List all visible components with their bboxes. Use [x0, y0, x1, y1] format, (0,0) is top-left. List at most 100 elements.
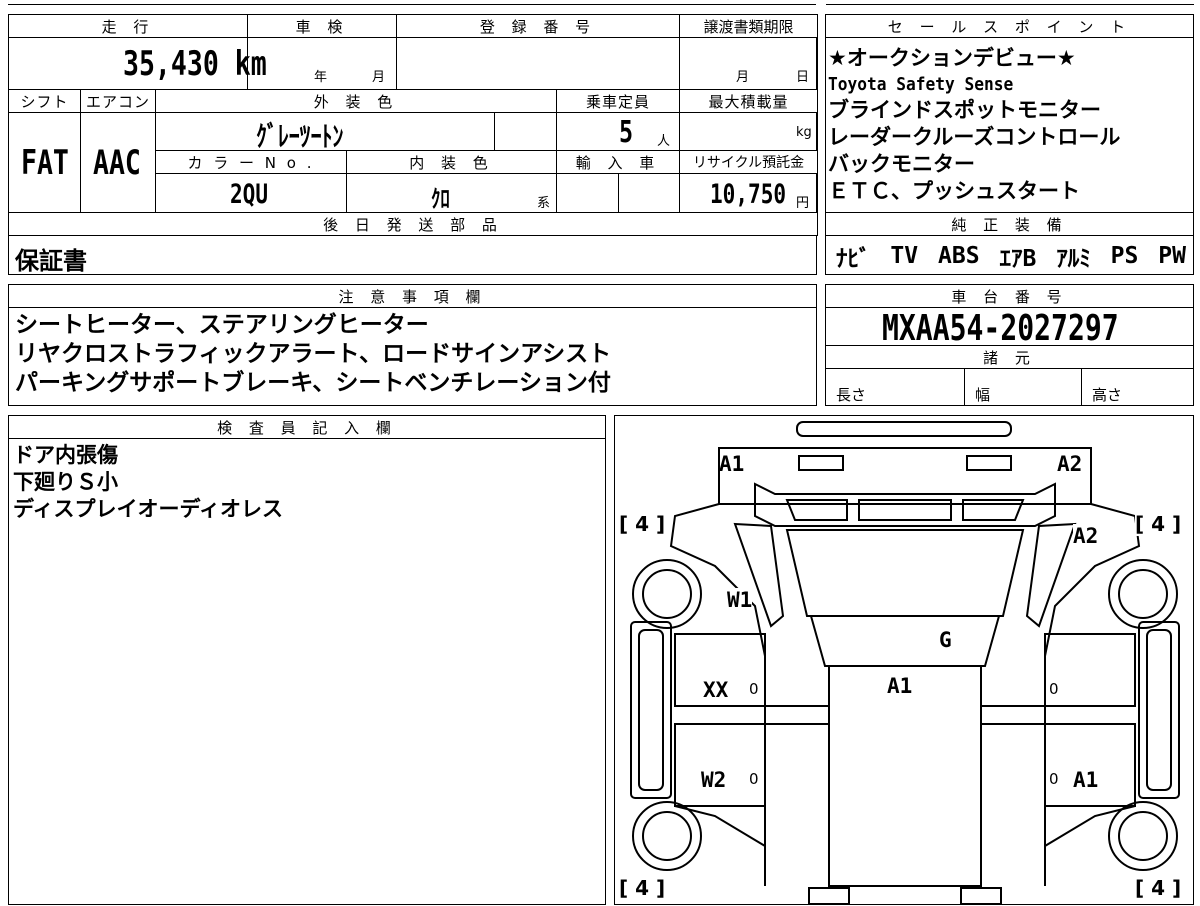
equipment-item: ABS [938, 243, 980, 269]
tire-label-front-left: [ 4 ] [619, 512, 666, 536]
sales-point-line: ブラインドスポットモニター [828, 98, 1101, 122]
rear-lamp-left [808, 887, 850, 905]
front-bumper-block [718, 447, 1092, 505]
equipment-item: TV [890, 243, 919, 269]
shift-value: FAT [21, 143, 69, 183]
inspector-line: ドア内張傷 [13, 443, 118, 467]
import-header: 輸 入 車 [556, 150, 680, 174]
mark-windshield: G [939, 628, 952, 652]
right-side-sill [1138, 621, 1180, 799]
notes-list: シートヒーター、ステアリングヒーター リヤクロストラフィックアラート、ロードサイ… [15, 311, 611, 398]
tire-label-rear-left: [ 4 ] [619, 876, 666, 900]
notes-header: 注 意 事 項 欄 [8, 284, 817, 308]
dash-area [809, 615, 1001, 667]
chassis-number: MXAA54-2027297 [882, 308, 1119, 349]
recycle-unit: 円 [796, 196, 810, 211]
transfer-day-unit: 日 [796, 70, 810, 85]
windshield [785, 529, 1025, 617]
color-no-cell: 2QU [155, 173, 347, 213]
car-diagram-box: A1 A2 A2 W1 G A1 XX W2 A1 0 0 0 0 [ 4 ] … [614, 415, 1194, 905]
inspector-line: 下廻りＳ小 [13, 470, 118, 494]
body-right-outline [1044, 503, 1141, 886]
sales-point-line: ★オークションデビュー★ [828, 46, 1076, 70]
exterior-color-extra-cell [494, 112, 557, 151]
later-parts-header: 後 日 発 送 部 品 [8, 212, 818, 236]
equipment-item: ｱﾙﾐ [1056, 246, 1091, 272]
aircon-cell: AAC [80, 112, 156, 213]
inspector-box: 検 査 員 記 入 欄 ドア内張傷 下廻りＳ小 ディスプレイオーディオレス [8, 415, 606, 905]
exterior-color-value: ｸﾞﾚｰﾂｰﾄﾝ [256, 120, 344, 153]
genuine-equipment-list: ﾅﾋﾞ TV ABS ｴｱB ｱﾙﾐ PS PW [836, 239, 1186, 273]
headlight-right [966, 455, 1012, 471]
transfer-month-unit: 月 [736, 70, 750, 85]
spec-width-label: 幅 [975, 386, 991, 404]
door-zero-rr: 0 [1049, 770, 1059, 788]
mark-right-rear-door: A1 [1073, 768, 1099, 792]
aircon-header: エアコン [80, 89, 156, 113]
capacity-header: 乗車定員 [556, 89, 680, 113]
inspector-header: 検 査 員 記 入 欄 [8, 415, 606, 439]
note-line: リヤクロストラフィックアラート、ロードサインアシスト [15, 341, 612, 367]
tire-label-front-right: [ 4 ] [1135, 512, 1182, 536]
exterior-color-header: 外 装 色 [155, 89, 557, 113]
capacity-cell: 5 人 [556, 112, 680, 151]
import-cell-a [556, 173, 619, 213]
note-line: パーキングサポートブレーキ、シートベンチレーション付 [15, 370, 611, 396]
chassis-box: 車 台 番 号 MXAA54-2027297 諸 元 長さ 幅 高さ [825, 284, 1194, 406]
note-line: シートヒーター、ステアリングヒーター [15, 312, 429, 338]
mark-left-front-door: XX [703, 678, 729, 702]
mark-right-front-fender: A2 [1073, 524, 1099, 548]
left-side-sill [630, 621, 672, 799]
right-side-sill-inner [1146, 629, 1172, 791]
wheel-front-left-inner [642, 569, 692, 619]
front-bumper-outline [796, 421, 1012, 437]
sales-point-line: Toyota Safety Sense [828, 74, 1014, 95]
genuine-equipment-header: 純 正 装 備 [825, 212, 1194, 236]
color-no-value: 2QU [230, 179, 269, 210]
spec-length-label: 長さ [836, 386, 867, 404]
right-door-split [981, 705, 1135, 725]
left-side-sill-inner [638, 629, 664, 791]
mileage-value: 35,430 km [123, 44, 267, 84]
spec-width-cell: 幅 [964, 368, 1082, 406]
max-load-cell: kg [679, 112, 818, 151]
spec-length-cell: 長さ [825, 368, 965, 406]
right-rear-door [1044, 723, 1136, 807]
right-fender [1025, 522, 1077, 628]
sales-point-line: レーダークルーズコントロール [828, 125, 1121, 149]
sales-points-list: ★オークションデビュー★ Toyota Safety Sense ブラインドスポ… [828, 45, 1188, 205]
sales-point-line: バックモニター [828, 152, 975, 176]
wheel-front-right-inner [1118, 569, 1168, 619]
wheel-rear-right-inner [1118, 811, 1168, 861]
door-zero-rf: 0 [1049, 680, 1059, 698]
roof [828, 665, 982, 887]
notes-box: 注 意 事 項 欄 シートヒーター、ステアリングヒーター リヤクロストラフィック… [8, 284, 817, 406]
exterior-color-cell: ｸﾞﾚｰﾂｰﾄﾝ [155, 112, 495, 153]
later-parts-value: 保証書 [15, 247, 87, 275]
registration-header: 登 録 番 号 [396, 14, 680, 38]
max-load-header: 最大積載量 [679, 89, 818, 113]
import-cell-b [618, 173, 680, 213]
inspection-year-unit: 年 [314, 70, 328, 85]
interior-color-suffix: 系 [537, 196, 551, 211]
sales-point-line: ＥＴＣ、プッシュスタート [828, 179, 1080, 203]
mark-left-front-fender: W1 [727, 588, 753, 612]
headlight-left [798, 455, 844, 471]
left-door-split [675, 705, 829, 725]
equipment-item: ｴｱB [999, 246, 1037, 272]
top-strip-right [826, 0, 1194, 5]
interior-color-cell: ｸﾛ 系 [346, 173, 557, 213]
aircon-value: AAC [93, 143, 141, 183]
sales-points-box: セ ー ル ス ポ イ ン ト ★オークションデビュー★ Toyota Safe… [825, 14, 1194, 275]
inspection-cell: 年 月 [247, 37, 397, 90]
spec-header: 諸 元 [825, 345, 1194, 369]
shift-cell: FAT [8, 112, 81, 213]
rear-lamp-right [960, 887, 1002, 905]
inspector-list: ドア内張傷 下廻りＳ小 ディスプレイオーディオレス [13, 442, 283, 523]
inspection-header: 車 検 [247, 14, 397, 38]
interior-color-value: ｸﾛ [431, 185, 450, 213]
sales-points-header: セ ー ル ス ポ イ ン ト [825, 14, 1194, 38]
equipment-item: ﾅﾋﾞ [836, 246, 871, 272]
inspector-line: ディスプレイオーディオレス [13, 497, 284, 521]
door-zero-lf: 0 [749, 680, 759, 698]
